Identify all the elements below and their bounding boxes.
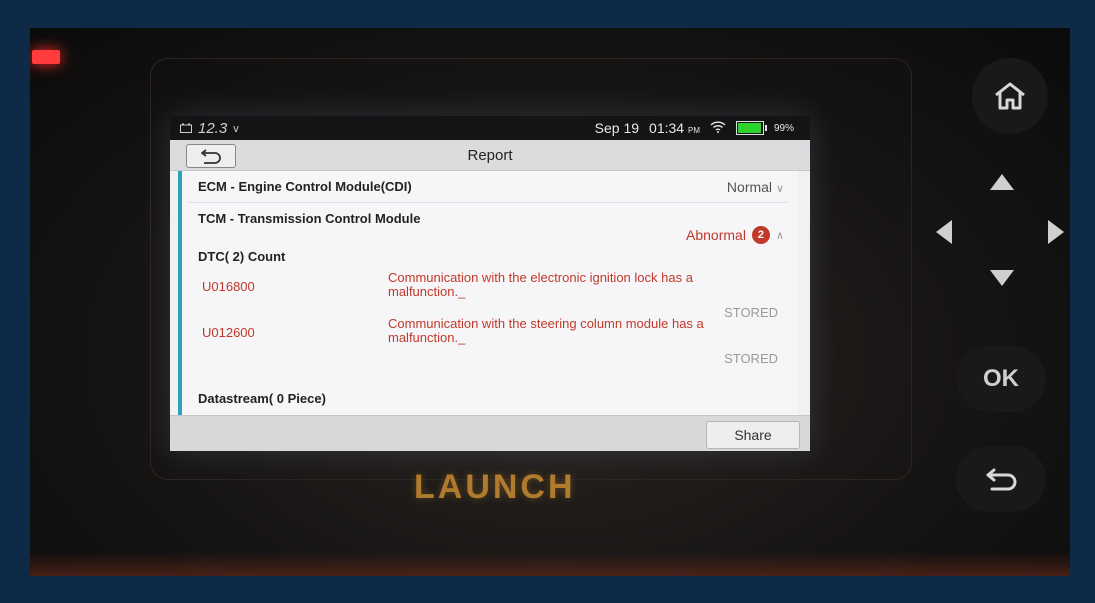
ampm-text: PM [687, 126, 700, 135]
status-bar: 12.3 v Sep 19 01:34 PM 99% [170, 116, 810, 140]
footer-bar: Share [170, 415, 810, 451]
arrow-right-icon[interactable] [1048, 220, 1064, 244]
device-photo: OK LAUNCH 12.3 v Sep 19 01:34 PM 99% Rep… [30, 28, 1070, 576]
date-text: Sep 19 [594, 120, 640, 136]
power-led [32, 50, 60, 64]
report-content: ECM - Engine Control Module(CDI) Normal … [178, 171, 798, 415]
module-status: Normal ∨ [727, 179, 784, 195]
module-row-ecm[interactable]: ECM - Engine Control Module(CDI) Normal … [198, 179, 784, 195]
hardware-back-button[interactable] [956, 446, 1046, 512]
title-bar: Report [170, 140, 810, 171]
hardware-ok-button[interactable]: OK [956, 346, 1046, 412]
divider [188, 202, 788, 203]
brand-logo: LAUNCH [414, 468, 576, 506]
dtc-heading-text: DTC( 2) Count [198, 249, 286, 264]
time-text: 01:34 [649, 120, 685, 136]
battery-icon [735, 121, 767, 135]
module-row-tcm[interactable]: TCM - Transmission Control Module Abnorm… [198, 211, 784, 244]
dtc-description: Communication with the electronic igniti… [388, 270, 693, 299]
dtc-code: U012600 [202, 325, 255, 340]
wifi-icon [710, 120, 726, 136]
status-text: Abnormal [686, 227, 746, 243]
car-battery-icon [180, 121, 192, 136]
dtc-count-badge: 2 [751, 226, 770, 244]
hardware-dpad [930, 158, 1070, 308]
bottom-glow [30, 552, 1070, 576]
back-arrow-icon [986, 468, 1017, 491]
dtc-description: Communication with the steering column m… [388, 316, 704, 345]
voltage-unit: v [233, 122, 239, 135]
dtc-code: U016800 [202, 279, 255, 294]
module-name: TCM - Transmission Control Module [198, 211, 421, 226]
voltage-value: 12.3 [198, 120, 228, 137]
share-button[interactable]: Share [706, 421, 800, 449]
status-text: Normal [726, 179, 773, 195]
arrow-down-icon[interactable] [990, 270, 1014, 286]
datastream-heading: Datastream( 0 Piece) [198, 391, 784, 406]
datastream-heading-text: Datastream( 0 Piece) [198, 391, 326, 406]
module-name: ECM - Engine Control Module(CDI) [198, 179, 412, 194]
page-title: Report [467, 147, 513, 164]
chevron-down-icon: ∨ [775, 183, 784, 195]
dtc-heading: DTC( 2) Count [198, 249, 784, 264]
battery-percent: 99% [773, 122, 794, 134]
accent-bar [178, 171, 182, 415]
chevron-up-icon: ∧ [775, 229, 784, 242]
hardware-home-button[interactable] [972, 58, 1048, 134]
arrow-left-icon[interactable] [936, 220, 952, 244]
home-icon [995, 82, 1025, 110]
arrow-up-icon[interactable] [990, 174, 1014, 190]
dtc-state: STORED [724, 351, 778, 366]
module-status: Abnormal 2 ∧ [686, 226, 784, 244]
device-screen: 12.3 v Sep 19 01:34 PM 99% Report ECM - … [170, 116, 810, 451]
